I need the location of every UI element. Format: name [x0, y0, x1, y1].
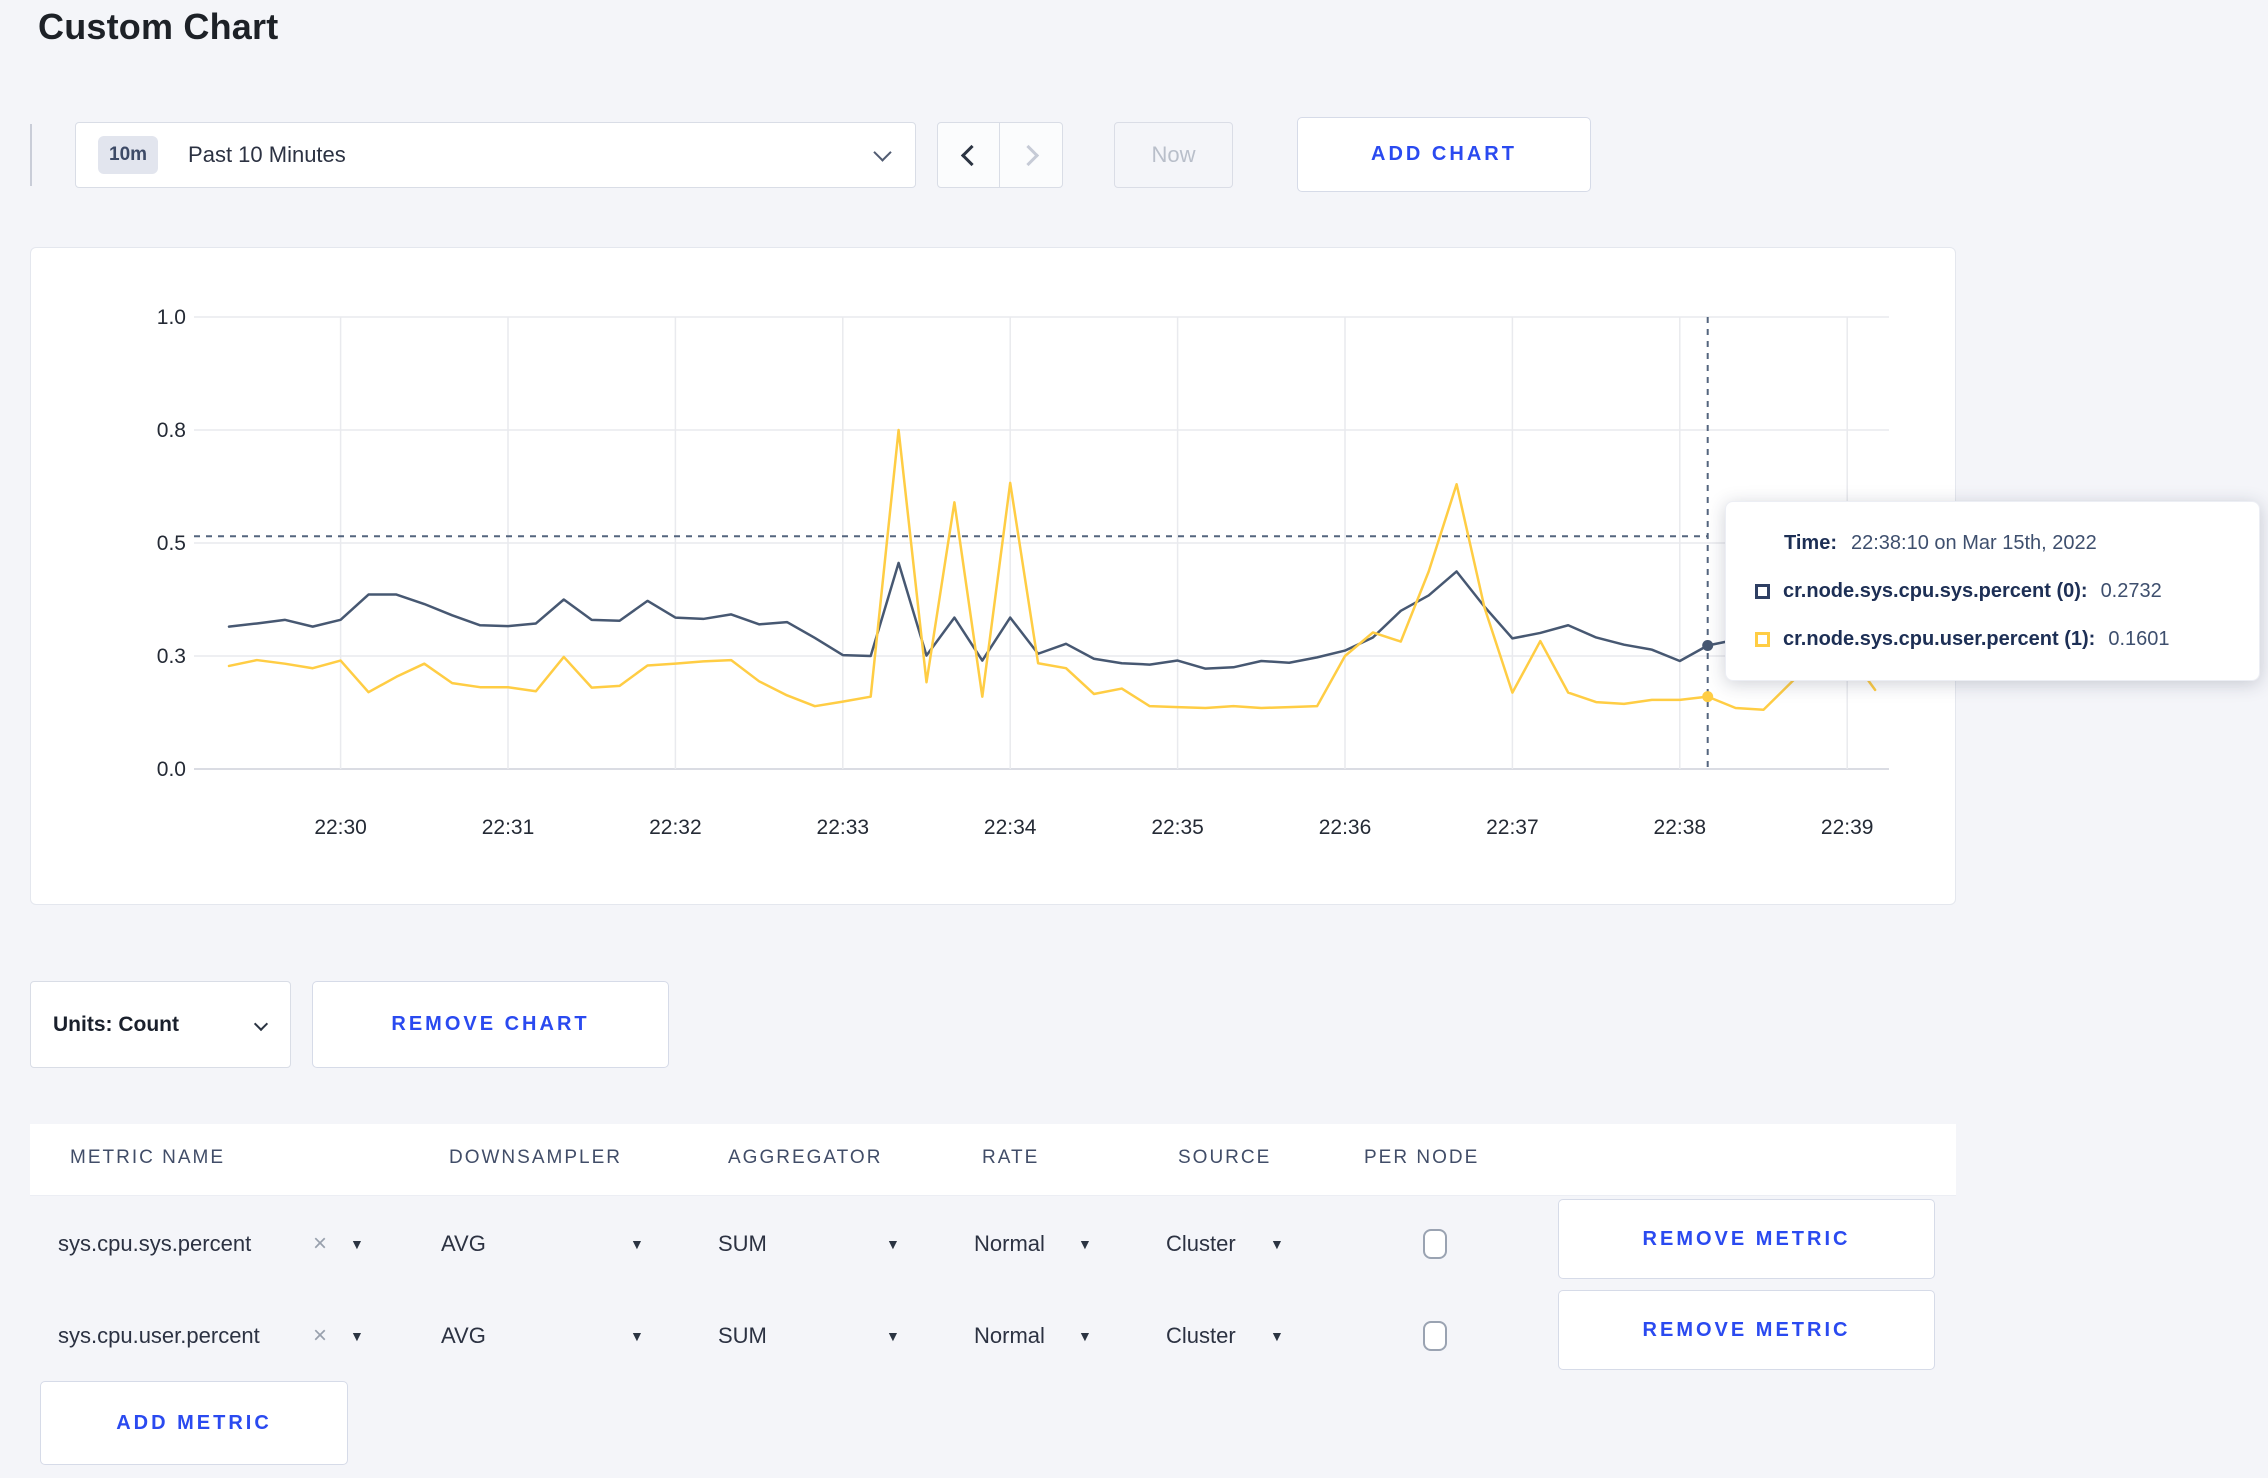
- y-axis-label: 0.8: [157, 419, 186, 442]
- add-chart-button[interactable]: ADD CHART: [1297, 117, 1591, 192]
- time-step-buttons: [937, 122, 1063, 188]
- downsampler-select[interactable]: AVG: [441, 1231, 486, 1257]
- time-range-select[interactable]: 10m Past 10 Minutes: [75, 122, 916, 188]
- downsampler-select[interactable]: AVG: [441, 1323, 486, 1349]
- caret-down-icon[interactable]: ▼: [886, 1236, 900, 1252]
- units-label: Units: Count: [53, 1012, 179, 1036]
- remove-metric-button[interactable]: REMOVE METRIC: [1558, 1199, 1935, 1279]
- caret-down-icon[interactable]: ▼: [1270, 1328, 1284, 1344]
- time-range-badge: 10m: [98, 136, 159, 174]
- chart-tooltip: Time: 22:38:10 on Mar 15th, 2022 cr.node.…: [1725, 501, 2260, 681]
- metric-name-value[interactable]: sys.cpu.user.percent: [58, 1323, 260, 1349]
- tooltip-series-value: 0.2732: [2100, 580, 2162, 602]
- remove-chart-button[interactable]: REMOVE CHART: [312, 981, 669, 1068]
- tooltip-time-label: Time:: [1784, 532, 1837, 554]
- x-axis-label: 22:32: [649, 816, 702, 839]
- x-axis-label: 22:38: [1654, 816, 1707, 839]
- units-select[interactable]: Units: Count: [30, 981, 291, 1068]
- rate-select[interactable]: Normal: [974, 1323, 1045, 1349]
- tooltip-series-row: cr.node.sys.cpu.sys.percent (0): 0.2732: [1755, 580, 2162, 603]
- caret-down-icon[interactable]: ▼: [350, 1236, 364, 1252]
- caret-down-icon[interactable]: ▼: [630, 1328, 644, 1344]
- x-axis-label: 22:33: [817, 816, 870, 839]
- x-axis-label: 22:30: [314, 816, 367, 839]
- add-metric-button[interactable]: ADD METRIC: [40, 1381, 348, 1465]
- caret-down-icon[interactable]: ▼: [1078, 1328, 1092, 1344]
- tooltip-series-row: cr.node.sys.cpu.user.percent (1): 0.1601: [1755, 628, 2170, 651]
- source-select[interactable]: Cluster: [1166, 1323, 1236, 1349]
- caret-down-icon[interactable]: ▼: [630, 1236, 644, 1252]
- time-range-label: Past 10 Minutes: [188, 142, 346, 167]
- x-axis-label: 22:36: [1319, 816, 1372, 839]
- aggregator-select[interactable]: SUM: [718, 1323, 767, 1349]
- crosshair-point: [1702, 691, 1714, 703]
- column-header-downsampler: DOWNSAMPLER: [449, 1147, 622, 1168]
- x-axis-label: 22:34: [984, 816, 1037, 839]
- chevron-down-icon: [873, 143, 892, 162]
- y-axis-label: 0.5: [157, 532, 186, 555]
- chevron-right-icon: [1017, 144, 1039, 166]
- rate-select[interactable]: Normal: [974, 1231, 1045, 1257]
- column-header-source: SOURCE: [1178, 1147, 1272, 1168]
- x-axis-label: 22:37: [1486, 816, 1539, 839]
- remove-metric-button[interactable]: REMOVE METRIC: [1558, 1290, 1935, 1370]
- custom-chart-page: Custom Chart 10m Past 10 Minutes Now ADD…: [0, 0, 2268, 1478]
- next-time-button[interactable]: [1000, 123, 1062, 187]
- column-header-aggregator: AGGREGATOR: [728, 1147, 883, 1168]
- column-header-per-node: PER NODE: [1364, 1147, 1480, 1168]
- per-node-checkbox[interactable]: [1423, 1229, 1447, 1259]
- chart-card: 0.0 0.3 0.5 0.8 1.0 22:30 22:31 22:32 22:33 22:34…: [30, 247, 1956, 905]
- source-select[interactable]: Cluster: [1166, 1231, 1236, 1257]
- x-axis-label: 22:39: [1821, 816, 1874, 839]
- prev-time-button[interactable]: [938, 123, 1000, 187]
- series-line: [227, 561, 1877, 670]
- per-node-checkbox[interactable]: [1423, 1321, 1447, 1351]
- x-axis-label: 22:35: [1151, 816, 1204, 839]
- x-axis-label: 22:31: [482, 816, 535, 839]
- y-axis-label: 0.0: [157, 758, 186, 781]
- series-line: [227, 428, 1877, 712]
- tooltip-time-value: 22:38:10 on Mar 15th, 2022: [1850, 532, 2097, 554]
- series-swatch-icon: [1755, 584, 1770, 599]
- page-title: Custom Chart: [38, 6, 279, 47]
- metric-name-value[interactable]: sys.cpu.sys.percent: [58, 1231, 251, 1257]
- caret-down-icon[interactable]: ▼: [1270, 1236, 1284, 1252]
- tooltip-series-value: 0.1601: [2108, 628, 2170, 650]
- clear-metric-icon[interactable]: ×: [313, 1230, 327, 1258]
- tooltip-series-name: cr.node.sys.cpu.user.percent (1):: [1783, 628, 2096, 650]
- crosshair-point: [1702, 640, 1714, 652]
- caret-down-icon[interactable]: ▼: [350, 1328, 364, 1344]
- toolbar-divider: [30, 124, 32, 186]
- series-swatch-icon: [1755, 632, 1770, 647]
- metrics-chart[interactable]: 0.0 0.3 0.5 0.8 1.0 22:30 22:31 22:32 22:33 22:34…: [31, 248, 1957, 906]
- tooltip-time: Time: 22:38:10 on Mar 15th, 2022: [1784, 532, 2097, 555]
- aggregator-select[interactable]: SUM: [718, 1231, 767, 1257]
- caret-down-icon[interactable]: ▼: [1078, 1236, 1092, 1252]
- y-axis-label: 1.0: [157, 306, 186, 329]
- chevron-left-icon: [960, 144, 983, 166]
- column-header-rate: RATE: [982, 1147, 1040, 1168]
- chevron-down-icon: [253, 1016, 269, 1031]
- clear-metric-icon[interactable]: ×: [313, 1322, 327, 1350]
- tooltip-series-name: cr.node.sys.cpu.sys.percent (0):: [1783, 580, 2088, 602]
- column-header-metric-name: METRIC NAME: [70, 1147, 225, 1168]
- now-button[interactable]: Now: [1114, 122, 1233, 188]
- metrics-table-header: METRIC NAME DOWNSAMPLER AGGREGATOR RATE …: [30, 1124, 1956, 1196]
- y-axis-label: 0.3: [157, 645, 186, 668]
- caret-down-icon[interactable]: ▼: [886, 1328, 900, 1344]
